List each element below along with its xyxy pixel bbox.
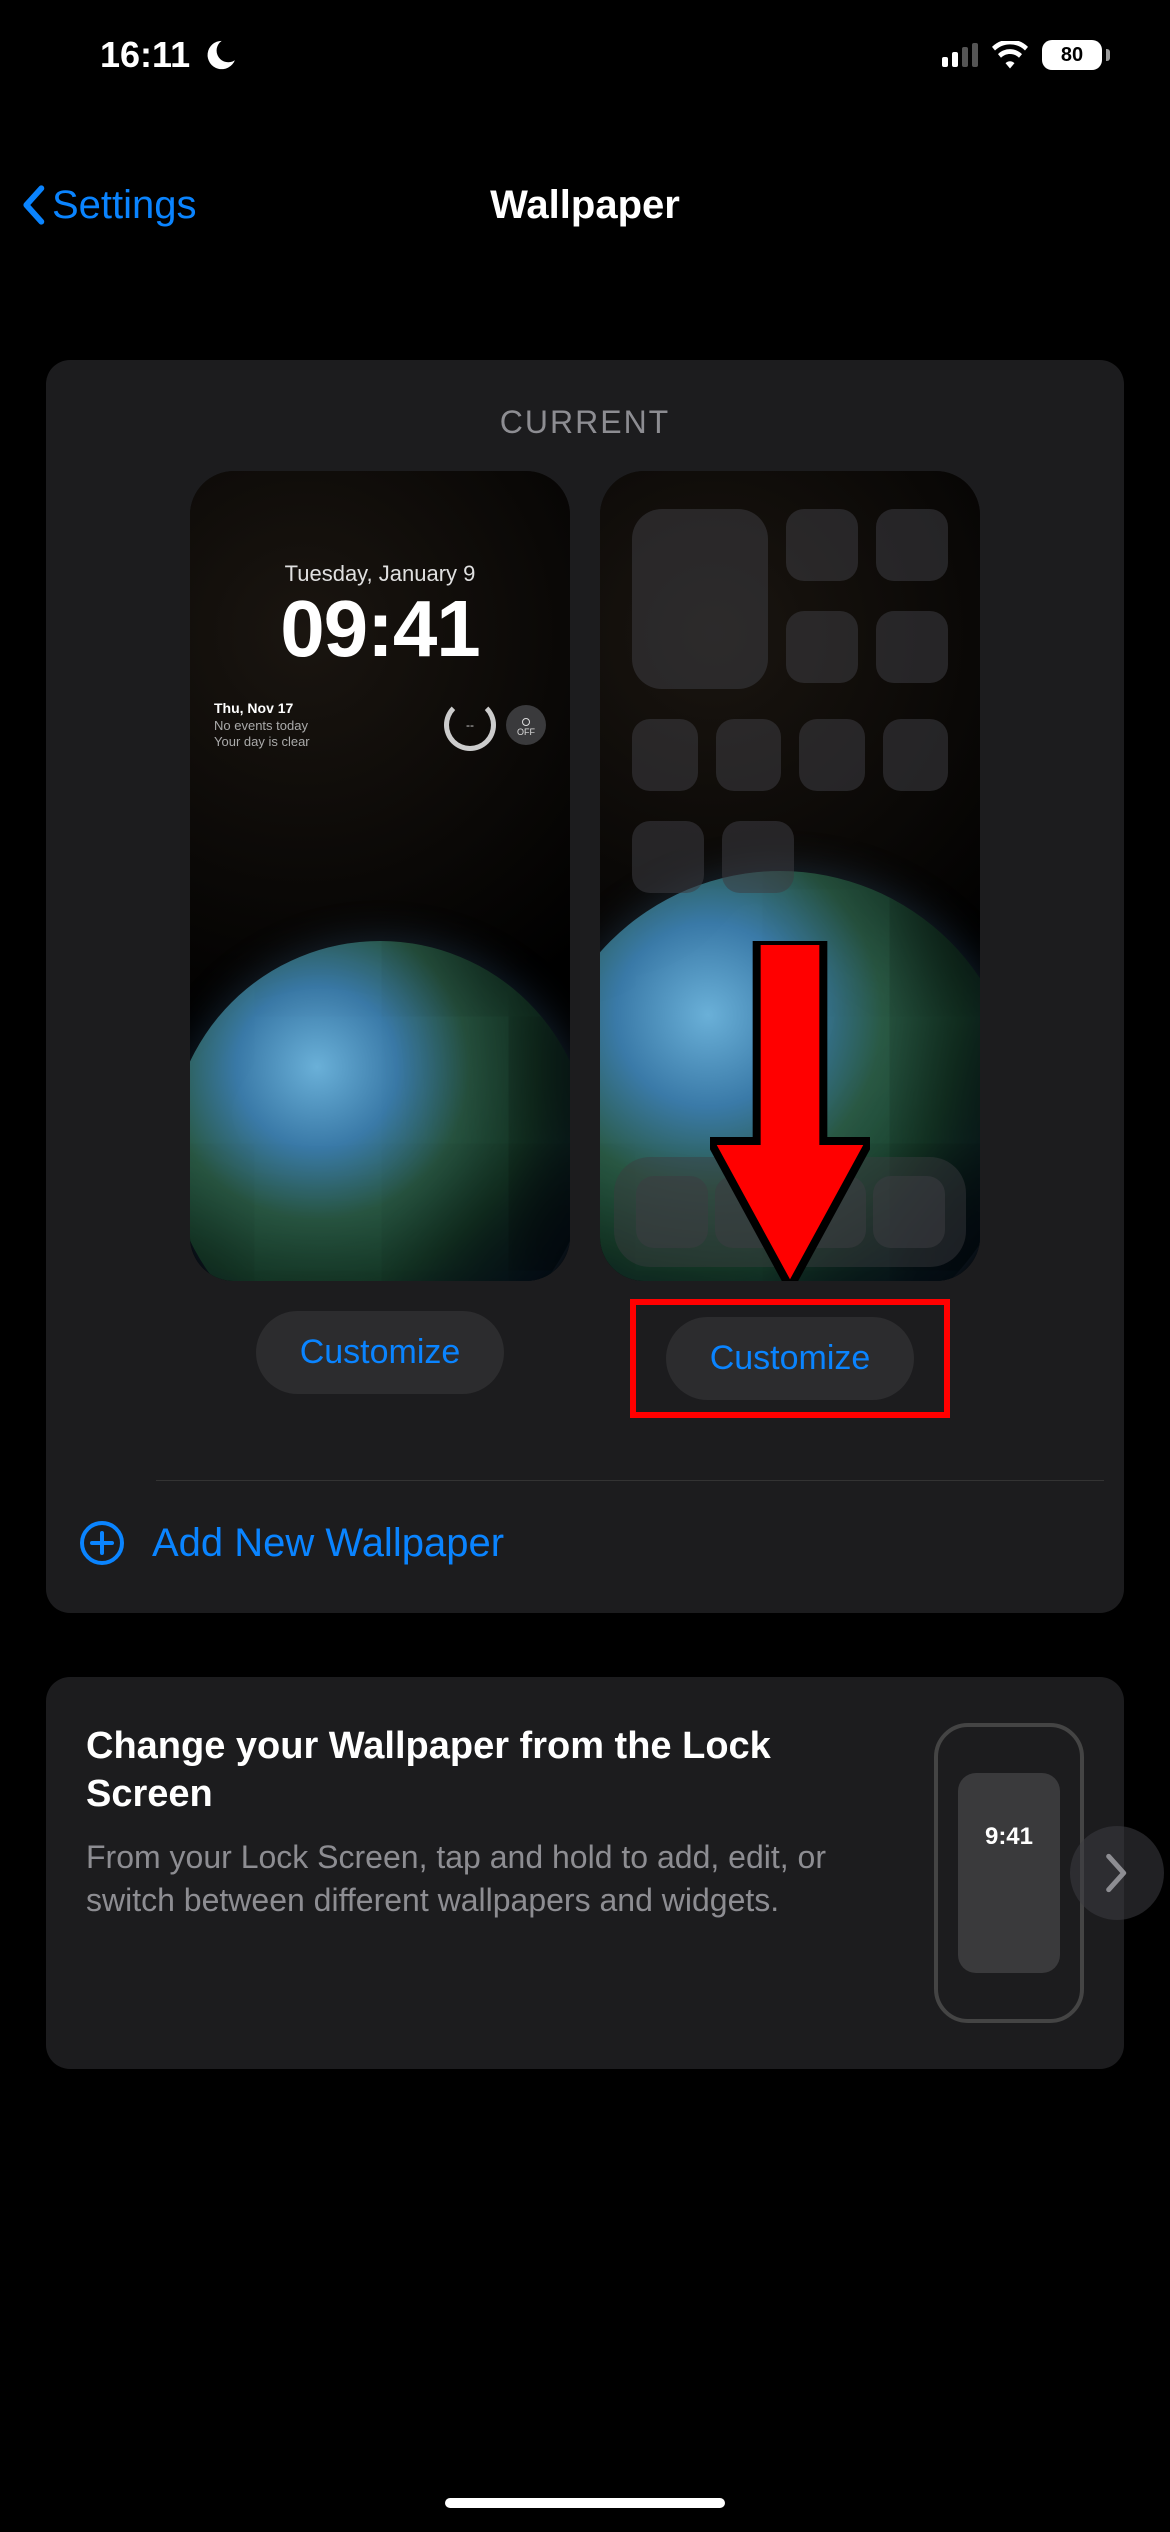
homescreen-preview[interactable] — [600, 471, 980, 1281]
status-bar: 16:11 80 — [0, 0, 1170, 110]
nav-bar: Settings Wallpaper — [0, 160, 1170, 250]
do-not-disturb-icon — [204, 38, 238, 72]
widget-line1: Thu, Nov 17 — [214, 700, 434, 718]
chevron-right-icon — [1103, 1853, 1131, 1893]
cellular-signal-icon — [942, 43, 978, 67]
page-title: Wallpaper — [490, 183, 680, 228]
mini-phone-time: 9:41 — [985, 1823, 1033, 1851]
battery-indicator: 80 — [1042, 40, 1110, 70]
current-section-label: CURRENT — [46, 360, 1124, 471]
info-card-title: Change your Wallpaper from the Lock Scre… — [86, 1723, 902, 1818]
annotation-highlight-box: Customize — [630, 1299, 951, 1418]
mini-phone-illustration: 9:41 — [934, 1723, 1084, 2023]
plus-circle-icon — [78, 1519, 126, 1567]
status-left: 16:11 — [100, 34, 238, 76]
add-new-wallpaper-button[interactable]: Add New Wallpaper — [46, 1481, 1124, 1613]
info-card-body: From your Lock Screen, tap and hold to a… — [86, 1836, 902, 1922]
lockscreen-time: 09:41 — [190, 583, 570, 675]
progress-ring-icon: -- — [444, 699, 496, 751]
home-indicator[interactable] — [445, 2498, 725, 2508]
customize-lockscreen-button[interactable]: Customize — [256, 1311, 505, 1394]
change-from-lockscreen-card: Change your Wallpaper from the Lock Scre… — [46, 1677, 1124, 2069]
homescreen-dock — [614, 1157, 966, 1267]
widget-line2: No events today — [214, 718, 434, 734]
current-wallpaper-card: CURRENT Tuesday, January 9 09:41 Thu, No… — [46, 360, 1124, 1613]
alarm-toggle-icon: OFF — [506, 705, 546, 745]
earth-image — [190, 941, 570, 1281]
widget-line3: Your day is clear — [214, 734, 434, 750]
lockscreen-widgets: Thu, Nov 17 No events today Your day is … — [214, 699, 546, 751]
add-new-label: Add New Wallpaper — [152, 1521, 504, 1566]
status-right: 80 — [942, 40, 1110, 70]
battery-percent: 80 — [1061, 44, 1083, 67]
customize-homescreen-button[interactable]: Customize — [666, 1317, 915, 1400]
back-button[interactable]: Settings — [20, 160, 197, 250]
status-time: 16:11 — [100, 34, 190, 76]
back-label: Settings — [52, 183, 197, 228]
info-next-button[interactable] — [1070, 1826, 1164, 1920]
wifi-icon — [992, 41, 1028, 69]
chevron-left-icon — [20, 185, 46, 225]
lockscreen-preview[interactable]: Tuesday, January 9 09:41 Thu, Nov 17 No … — [190, 471, 570, 1281]
